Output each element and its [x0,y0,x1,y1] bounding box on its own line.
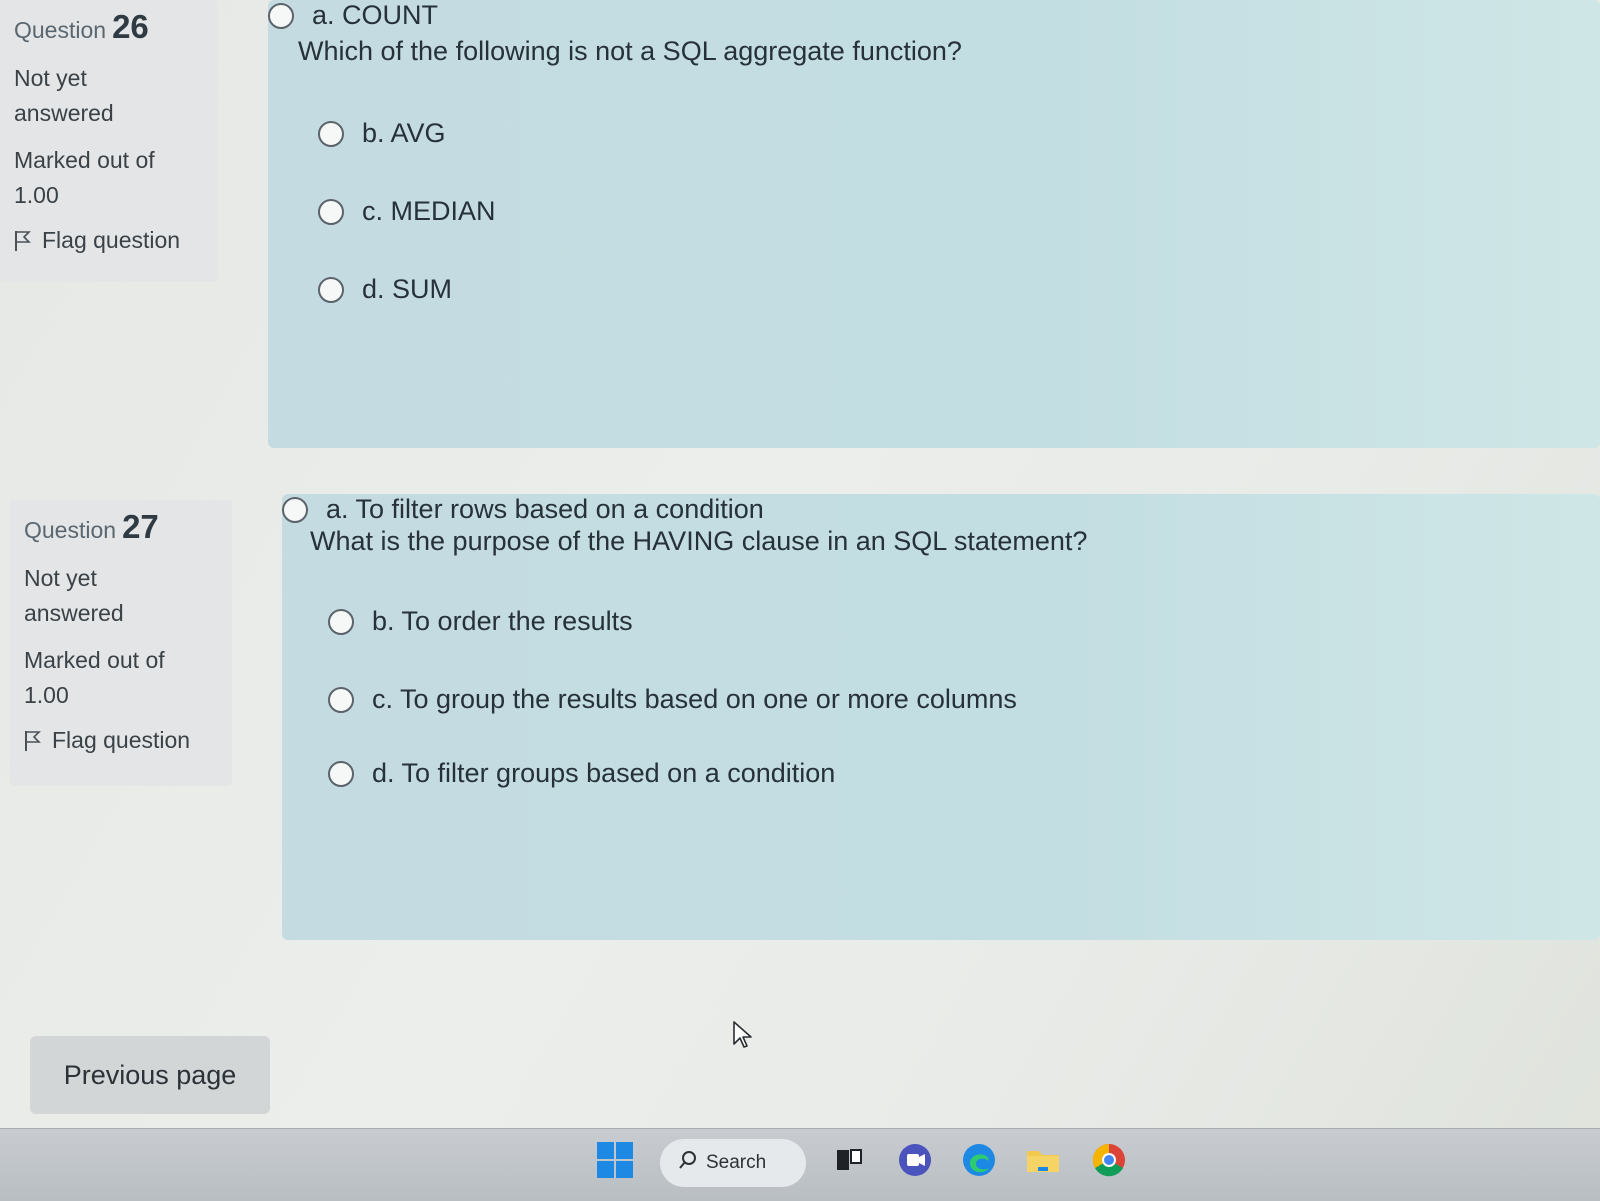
radio-button[interactable] [268,2,294,29]
task-view-icon [834,1145,864,1180]
question-state: Not yet answered [24,565,124,626]
radio-button[interactable] [318,198,344,225]
chrome-icon [1090,1141,1128,1184]
answer-option-c[interactable]: c. To group the results based on one or … [328,684,1017,715]
flag-question-label: Flag question [42,227,181,253]
question-label: Question [14,17,107,43]
windows-start-button[interactable] [592,1139,638,1185]
answer-label: a. COUNT [312,0,439,30]
answer-option-a[interactable]: a. COUNT [268,0,438,31]
taskbar-search[interactable]: Search [660,1139,806,1187]
answer-label: a. To filter rows based on a condition [326,494,764,524]
previous-page-button[interactable]: Previous page [30,1036,270,1114]
search-icon [678,1150,698,1176]
answer-option-d[interactable]: d. SUM [318,274,452,305]
radio-button[interactable] [318,276,344,303]
question-grade: Marked out of 1.00 [14,147,155,208]
radio-button[interactable] [328,760,354,787]
flag-question-link[interactable]: Flag question [14,227,204,254]
radio-button[interactable] [328,686,354,713]
edge-icon [960,1141,998,1184]
radio-button[interactable] [282,496,308,523]
taskbar: Search [0,1128,1600,1201]
question-grade: Marked out of 1.00 [24,647,165,708]
mouse-cursor-icon [732,1020,754,1055]
question-heading: Question 27 [24,508,218,549]
file-explorer-app-button[interactable] [1020,1139,1066,1185]
answer-option-b[interactable]: b. AVG [318,118,446,149]
question-text: Which of the following is not a SQL aggr… [298,36,962,66]
windows-start-icon [596,1141,634,1184]
answer-option-d[interactable]: d. To filter groups based on a condition [328,758,835,789]
answer-label: d. SUM [362,274,453,304]
flag-question-link[interactable]: Flag question [24,727,218,754]
question-info-26: Question 26 Not yet answered Marked out o… [0,0,218,282]
answer-option-b[interactable]: b. To order the results [328,606,633,637]
answer-label: d. To filter groups based on a condition [372,758,836,788]
question-heading: Question 26 [14,8,204,49]
radio-button[interactable] [328,608,354,635]
question-number: 27 [122,508,159,545]
flag-question-label: Flag question [52,727,191,753]
question-state: Not yet answered [14,65,114,126]
question-content-27: What is the purpose of the HAVING clause… [282,494,1600,940]
answer-label: c. MEDIAN [362,196,496,226]
question-number: 26 [112,8,149,45]
chrome-app-button[interactable] [1086,1139,1132,1185]
answer-label: c. To group the results based on one or … [372,684,1017,714]
answer-label: b. To order the results [372,606,633,636]
file-explorer-icon [1024,1141,1062,1184]
teams-icon [896,1141,934,1184]
answer-option-a[interactable]: a. To filter rows based on a condition [282,494,764,525]
question-info-27: Question 27 Not yet answered Marked out o… [10,500,232,786]
flag-icon [24,730,42,752]
search-label: Search [706,1152,767,1173]
answer-option-c[interactable]: c. MEDIAN [318,196,496,227]
question-text: What is the purpose of the HAVING clause… [310,526,1088,556]
question-content-26: Which of the following is not a SQL aggr… [268,0,1600,448]
flag-icon [14,230,32,252]
answer-label: b. AVG [362,118,446,148]
question-label: Question [24,517,117,543]
task-view-button[interactable] [826,1139,872,1185]
edge-app-button[interactable] [956,1139,1002,1185]
teams-app-button[interactable] [892,1139,938,1185]
radio-button[interactable] [318,120,344,147]
